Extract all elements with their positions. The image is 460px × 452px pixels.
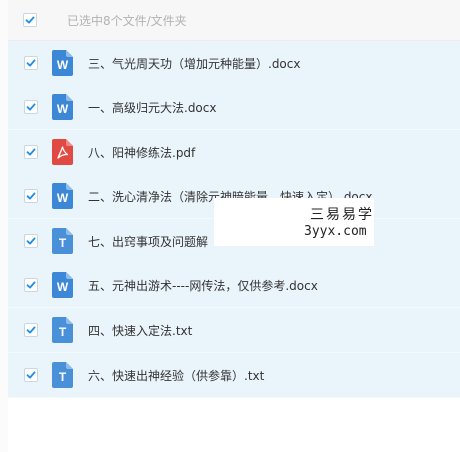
word-file-icon: W bbox=[52, 183, 73, 209]
svg-text:W: W bbox=[57, 58, 69, 72]
file-row[interactable]: W 一、高级归元大法.docx bbox=[8, 85, 460, 130]
file-checkbox[interactable] bbox=[24, 234, 38, 248]
check-icon bbox=[26, 326, 36, 334]
svg-text:T: T bbox=[59, 370, 67, 384]
watermark: 三易易学 3yyx.com bbox=[214, 198, 374, 246]
svg-text:W: W bbox=[57, 102, 69, 116]
file-list-panel: 已选中8个文件/文件夹 W 三、气光周天功（增加元种能量）.docx W 一、高级归元… bbox=[8, 0, 460, 452]
file-name[interactable]: 三、气光周天功（增加元种能量）.docx bbox=[88, 55, 300, 72]
word-file-icon: W bbox=[52, 94, 73, 120]
file-checkbox[interactable] bbox=[24, 368, 38, 382]
txt-file-icon: T bbox=[52, 317, 73, 343]
file-row[interactable]: W 五、元神出游术----网传法，仅供参考.docx bbox=[8, 263, 460, 308]
file-row[interactable]: 八、阳神修练法.pdf bbox=[8, 130, 460, 175]
svg-text:W: W bbox=[57, 280, 69, 294]
svg-text:T: T bbox=[59, 236, 67, 250]
word-file-icon: W bbox=[52, 272, 73, 298]
file-checkbox[interactable] bbox=[24, 323, 38, 337]
file-name[interactable]: 七、出窍事项及问题解 bbox=[88, 233, 208, 250]
pdf-file-icon bbox=[52, 139, 73, 165]
file-name[interactable]: 四、快速入定法.txt bbox=[88, 322, 192, 339]
check-icon bbox=[26, 281, 36, 289]
list-header: 已选中8个文件/文件夹 bbox=[8, 0, 460, 41]
check-icon bbox=[25, 16, 35, 24]
check-icon bbox=[26, 103, 36, 111]
file-row[interactable]: T 四、快速入定法.txt bbox=[8, 308, 460, 353]
file-checkbox[interactable] bbox=[24, 278, 38, 292]
file-checkbox[interactable] bbox=[24, 189, 38, 203]
watermark-domain: 3yyx.com bbox=[304, 224, 367, 239]
watermark-title: 三易易学 bbox=[310, 207, 374, 223]
file-name[interactable]: 五、元神出游术----网传法，仅供参考.docx bbox=[88, 277, 318, 294]
file-checkbox[interactable] bbox=[24, 56, 38, 70]
file-name[interactable]: 一、高级归元大法.docx bbox=[88, 99, 216, 116]
file-checkbox[interactable] bbox=[24, 145, 38, 159]
file-name[interactable]: 六、快速出神经验（供参靠）.txt bbox=[88, 367, 264, 384]
empty-area bbox=[8, 400, 460, 452]
file-row[interactable]: T 六、快速出神经验（供参靠）.txt bbox=[8, 353, 460, 398]
file-checkbox[interactable] bbox=[24, 100, 38, 114]
txt-file-icon: T bbox=[52, 228, 73, 254]
file-row[interactable]: W 三、气光周天功（增加元种能量）.docx bbox=[8, 41, 460, 86]
check-icon bbox=[26, 371, 36, 379]
check-icon bbox=[26, 59, 36, 67]
check-icon bbox=[26, 237, 36, 245]
check-icon bbox=[26, 192, 36, 200]
svg-text:W: W bbox=[57, 191, 69, 205]
check-icon bbox=[26, 148, 36, 156]
word-file-icon: W bbox=[52, 50, 73, 76]
selection-count-label: 已选中8个文件/文件夹 bbox=[67, 14, 187, 28]
svg-text:T: T bbox=[59, 325, 67, 339]
txt-file-icon: T bbox=[52, 362, 73, 388]
select-all-checkbox[interactable] bbox=[23, 13, 37, 27]
file-name[interactable]: 八、阳神修练法.pdf bbox=[88, 144, 195, 161]
